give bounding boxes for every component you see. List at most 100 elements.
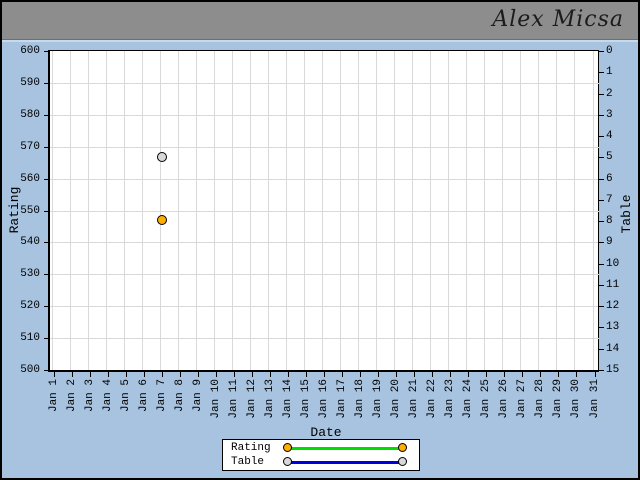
right-tick-label: 12 [606, 300, 620, 313]
x-tick [432, 372, 434, 377]
left-tick-label: 600 [20, 45, 40, 57]
gridline-horizontal [50, 178, 599, 180]
left-tick [44, 51, 50, 52]
player-name-title: Alex Micsa [492, 7, 624, 32]
right-tick-label: 4 [606, 130, 613, 143]
left-tick [44, 114, 50, 116]
left-axis-title: Rating [7, 186, 22, 234]
legend-line-sample [283, 442, 407, 455]
left-tick [44, 338, 50, 340]
data-point-table [156, 152, 167, 163]
gridline-horizontal [50, 146, 599, 148]
x-tick [360, 372, 362, 377]
x-tick [305, 372, 307, 377]
x-tick-label: Jan 11 [227, 379, 240, 419]
header-bar: Alex Micsa [2, 2, 638, 40]
x-tick [107, 372, 109, 377]
right-tick [598, 136, 604, 138]
right-tick-label: 15 [606, 364, 620, 376]
right-tick [598, 306, 604, 308]
legend-marker-left [283, 456, 292, 466]
x-tick [540, 372, 542, 377]
legend-marker-right [398, 442, 407, 452]
right-tick [598, 263, 604, 265]
legend-marker-left [283, 442, 292, 452]
right-tick-label: 0 [606, 45, 613, 57]
x-tick-label: Jan 29 [552, 379, 565, 419]
left-tick [44, 370, 50, 371]
x-tick [251, 372, 253, 377]
x-tick-label: Jan 27 [516, 379, 529, 419]
x-tick-label: Jan 6 [137, 379, 150, 413]
x-tick [558, 372, 560, 377]
left-tick [44, 178, 50, 180]
legend-line-sample [283, 456, 407, 469]
left-tick [44, 306, 50, 308]
right-tick [598, 72, 604, 74]
x-tick [53, 372, 55, 377]
x-tick [287, 372, 289, 377]
x-tick-label: Jan 28 [534, 379, 547, 419]
right-axis-title: Table [619, 194, 634, 234]
x-tick-label: Jan 13 [263, 379, 276, 419]
gridline-horizontal [50, 114, 599, 116]
right-tick-label: 14 [606, 342, 620, 355]
x-tick-label: Jan 9 [191, 379, 204, 413]
x-tick [576, 372, 578, 377]
x-tick-label: Jan 15 [299, 379, 312, 419]
gridline-horizontal [50, 82, 599, 84]
x-tick [450, 372, 452, 377]
legend-box: Rating Table [222, 439, 420, 471]
left-tick-label: 580 [20, 108, 40, 121]
right-tick [598, 114, 604, 116]
x-tick-label: Jan 4 [101, 379, 114, 413]
legend-marker-right [398, 456, 407, 466]
x-tick-label: Jan 19 [372, 379, 385, 419]
x-tick-label: Jan 16 [318, 379, 330, 419]
x-tick-label: Jan 25 [480, 379, 493, 419]
x-tick [342, 372, 344, 377]
left-tick-label: 500 [20, 364, 40, 376]
left-tick-label: 510 [20, 332, 40, 345]
right-tick-label: 1 [606, 66, 613, 79]
x-tick [89, 372, 91, 377]
left-tick [44, 210, 50, 212]
x-tick-label: Jan 18 [354, 379, 367, 419]
right-tick-label: 9 [606, 236, 613, 249]
right-tick-label: 6 [606, 172, 613, 185]
right-tick-label: 10 [606, 257, 620, 270]
left-tick [44, 146, 50, 148]
legend-line-table [287, 460, 403, 464]
x-tick-label: Jan 21 [408, 379, 421, 419]
plot-area [48, 50, 599, 372]
right-tick [598, 242, 604, 244]
x-tick-label: Jan 22 [426, 379, 439, 419]
x-tick-label: Jan 2 [65, 379, 78, 413]
x-tick-label: Jan 24 [462, 379, 475, 419]
legend-row-table: Table [231, 456, 411, 469]
right-tick-label: 3 [606, 108, 613, 121]
x-tick [179, 372, 181, 377]
x-tick [269, 372, 271, 377]
gridline-horizontal [50, 274, 599, 276]
gridline-horizontal [50, 210, 599, 212]
x-tick-label: Jan 10 [209, 379, 222, 419]
x-tick [414, 372, 416, 377]
x-tick-label: Jan 5 [119, 379, 132, 413]
right-tick [598, 348, 604, 350]
x-tick [233, 372, 235, 377]
x-tick [522, 372, 524, 377]
right-tick [598, 93, 604, 95]
right-tick-label: 13 [606, 321, 620, 334]
gridline-horizontal [50, 306, 599, 308]
legend-row-rating: Rating [231, 442, 411, 455]
x-tick [71, 372, 73, 377]
right-tick-label: 5 [606, 151, 613, 164]
x-tick-label: Jan 3 [83, 379, 96, 413]
x-tick [125, 372, 127, 377]
x-tick [486, 372, 488, 377]
right-tick [598, 284, 604, 286]
left-tick [44, 274, 50, 276]
legend-line-rating [287, 446, 403, 450]
chart-panel: Jan 1 Jan 2 Jan 3 Jan 4 Jan 5 Jan 6 Jan 7 Jan 8… [2, 40, 638, 478]
